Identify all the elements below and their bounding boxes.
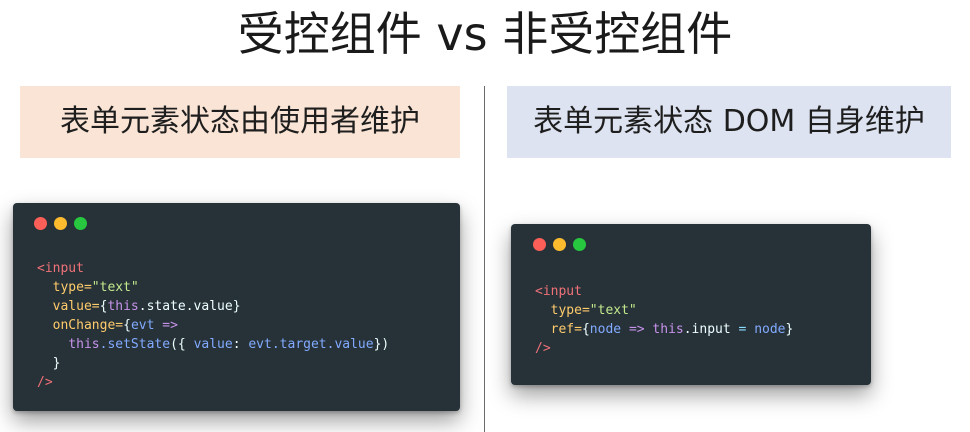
- code-token: {: [581, 322, 590, 337]
- code-token: .setState: [99, 337, 171, 352]
- minimize-dot-icon: [553, 238, 566, 251]
- page-title: 受控组件 vs 非受控组件: [237, 7, 733, 61]
- code-token: evt.target.value: [248, 337, 374, 352]
- code-token: value: [193, 337, 233, 352]
- code-token: this: [107, 299, 139, 314]
- code-token: ref=: [550, 322, 582, 337]
- minimize-dot-icon: [54, 217, 67, 230]
- controlled-banner: 表单元素状态由使用者维护: [20, 86, 460, 158]
- code-token: <input: [535, 284, 582, 299]
- code-token: =>: [162, 318, 178, 333]
- code-token: onChange=: [52, 318, 124, 333]
- code-token: :: [232, 337, 249, 352]
- code-token: }: [785, 322, 794, 337]
- code-token: <input: [37, 261, 84, 276]
- controlled-code-block: <input type="text" value={this.state.val…: [37, 259, 389, 392]
- code-token: ({: [170, 337, 194, 352]
- code-token: node: [754, 322, 786, 337]
- code-token: value=: [52, 299, 100, 314]
- maximize-dot-icon: [573, 238, 586, 251]
- window-controls: [34, 217, 87, 231]
- code-token: type=: [52, 280, 92, 295]
- code-token: }: [232, 299, 241, 314]
- code-token: =: [738, 322, 747, 337]
- center-divider: [484, 86, 485, 432]
- uncontrolled-code-window: <input type="text" ref={node => this.inp…: [511, 224, 871, 385]
- code-token: }: [52, 356, 61, 371]
- maximize-dot-icon: [74, 217, 87, 230]
- code-token: =>: [628, 322, 645, 337]
- code-token: {: [123, 318, 131, 333]
- close-dot-icon: [533, 238, 546, 251]
- code-token: this: [652, 322, 684, 337]
- code-token: this: [68, 337, 100, 352]
- uncontrolled-code-block: <input type="text" ref={node => this.inp…: [535, 282, 793, 358]
- code-token: .state.value: [138, 299, 233, 314]
- code-token: .input: [683, 322, 731, 337]
- code-token: "text": [91, 280, 139, 295]
- code-token: />: [535, 341, 551, 356]
- window-controls: [533, 238, 586, 252]
- code-token: evt: [130, 318, 155, 333]
- code-token: />: [37, 375, 53, 390]
- controlled-code-window: <input type="text" value={this.state.val…: [13, 203, 460, 411]
- code-token: }): [373, 337, 390, 352]
- code-token: type=: [550, 303, 590, 318]
- close-dot-icon: [34, 217, 47, 230]
- uncontrolled-banner: 表单元素状态 DOM 自身维护: [507, 86, 951, 158]
- code-token: node: [589, 322, 622, 337]
- code-token: "text": [589, 303, 637, 318]
